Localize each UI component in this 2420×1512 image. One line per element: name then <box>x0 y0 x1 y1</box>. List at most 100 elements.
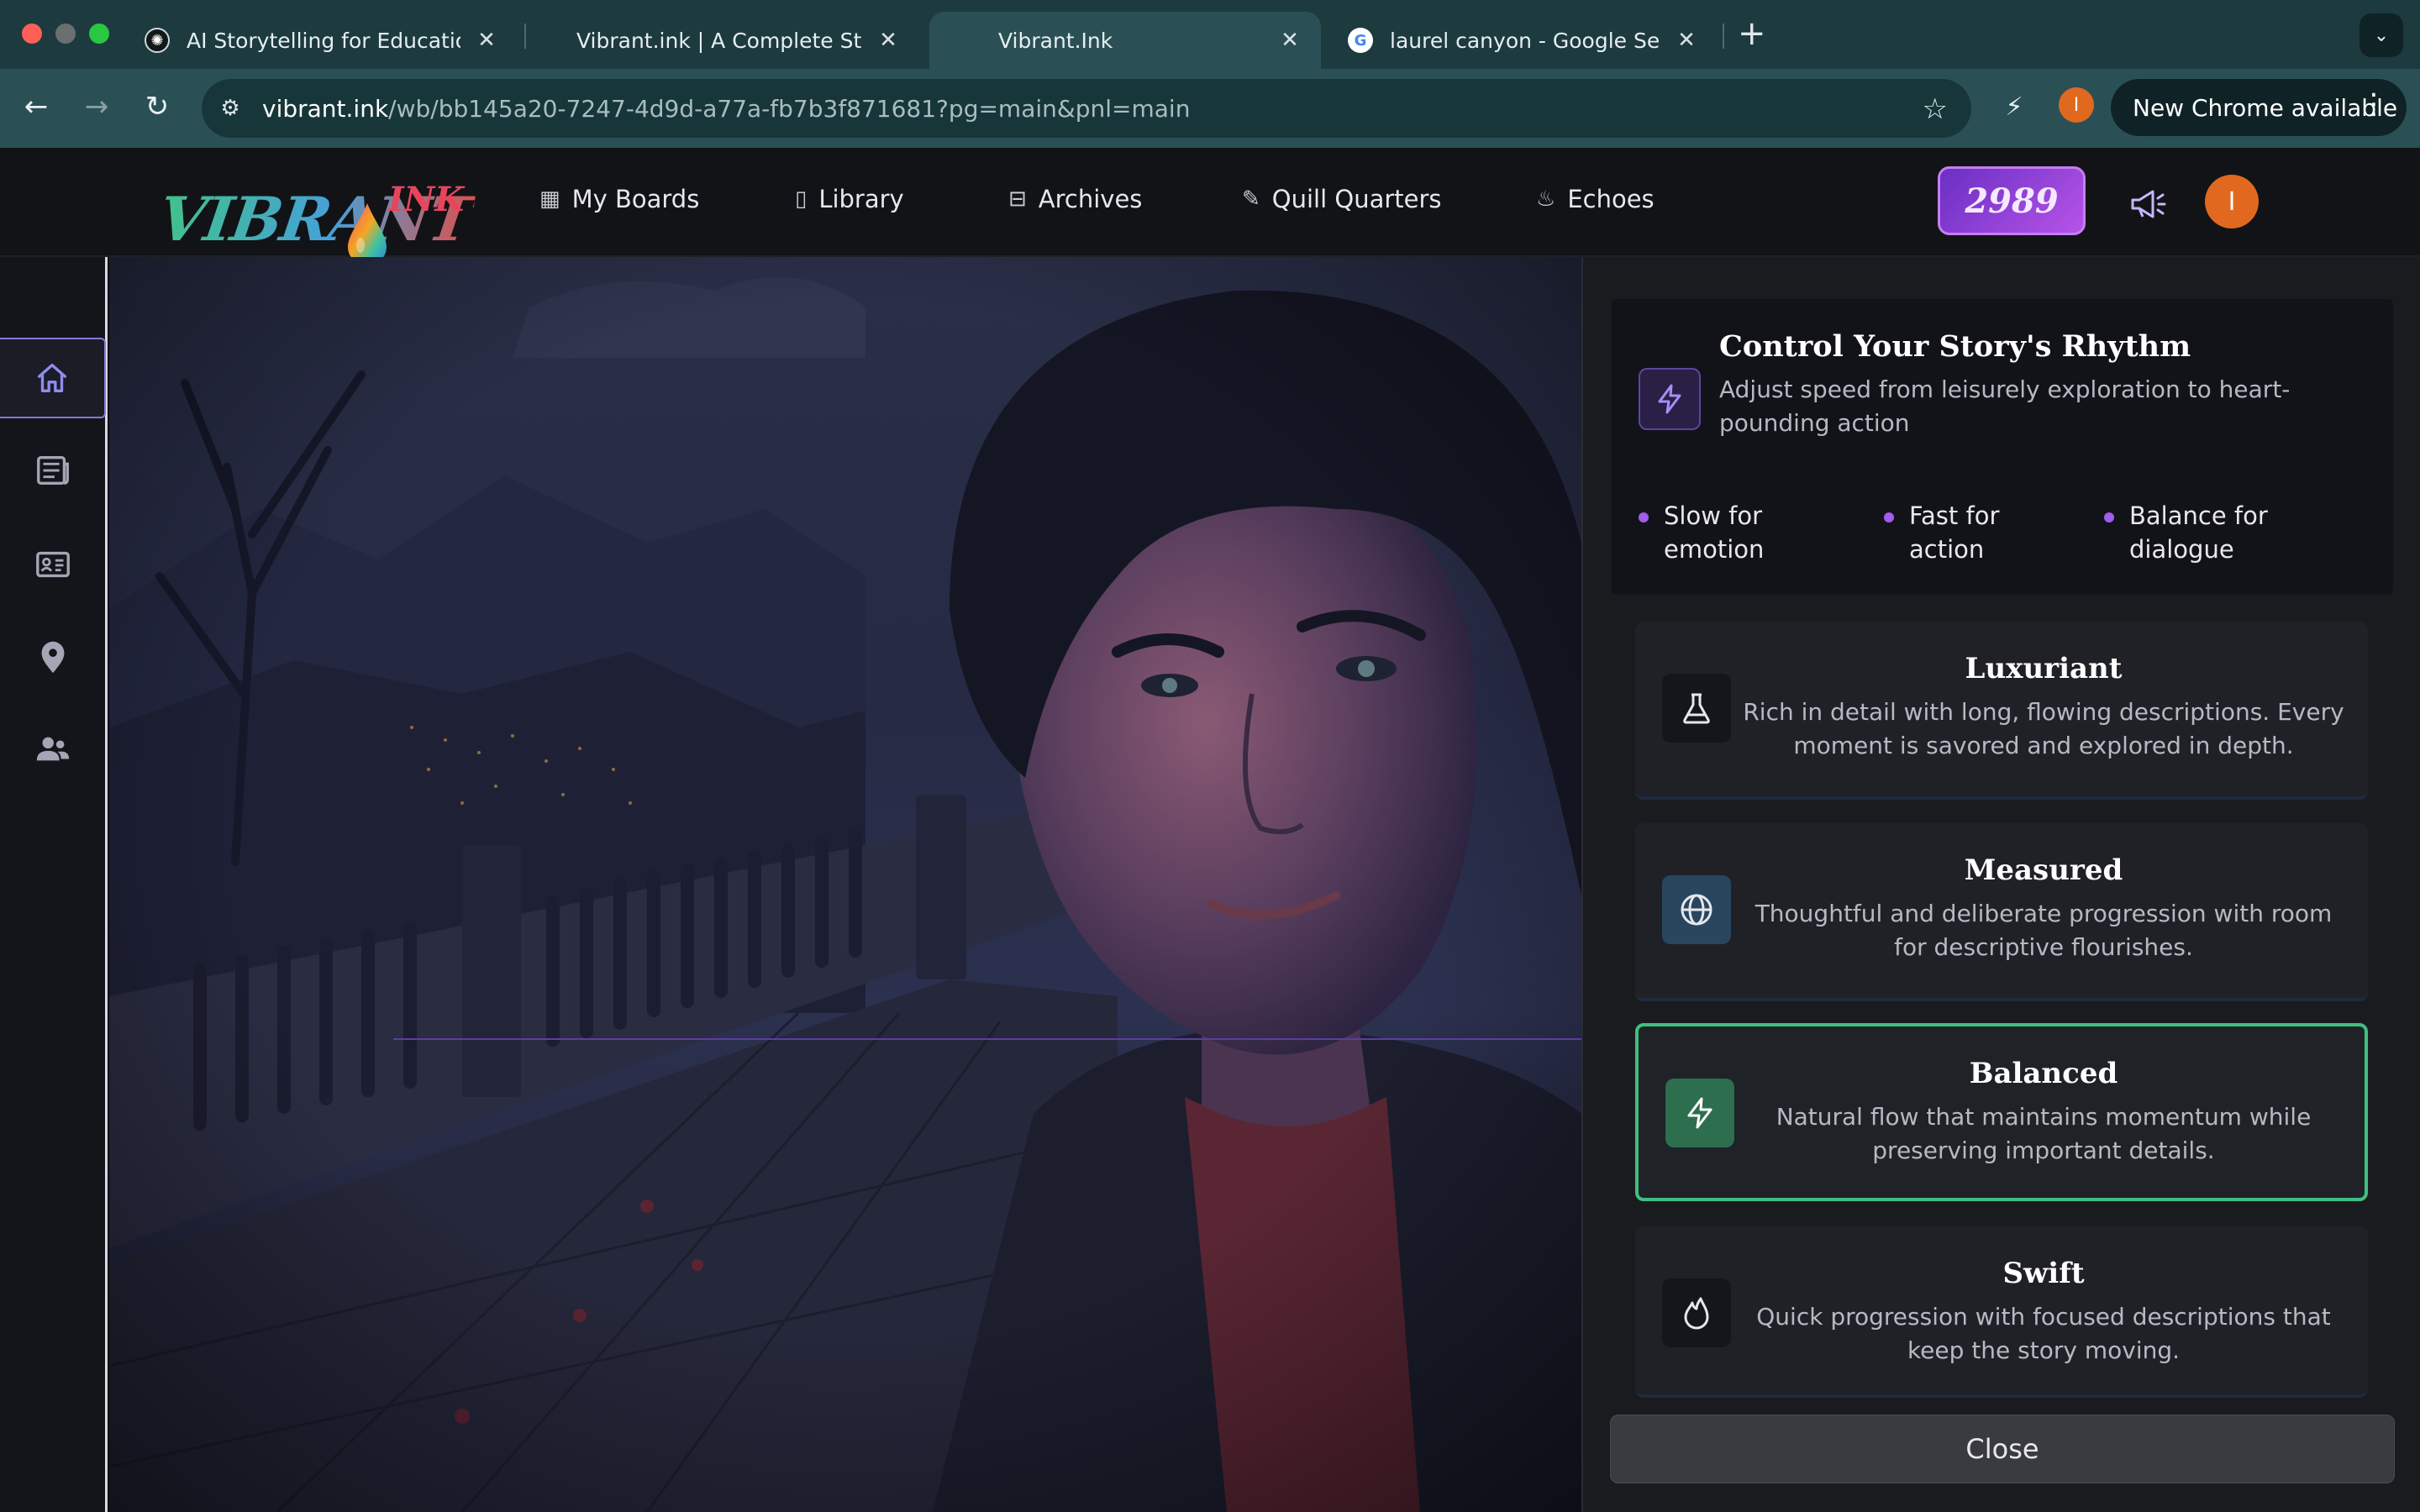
rail-item-characters[interactable] <box>0 524 106 605</box>
rail-item-home[interactable] <box>0 338 106 418</box>
close-icon[interactable]: ✕ <box>1674 28 1699 53</box>
scene-divider-line <box>393 1038 1581 1040</box>
ink-drop-icon <box>348 203 387 265</box>
pacing-option-swift[interactable]: Swift Quick progression with focused des… <box>1635 1226 2368 1398</box>
logo-suffix: INK <box>388 180 465 219</box>
nav-quill-quarters[interactable]: ✎ Quill Quarters <box>1242 185 1442 213</box>
chrome-update-button[interactable]: New Chrome available ⋮ <box>2111 79 2407 136</box>
users-icon <box>36 737 70 761</box>
flame-icon-svg <box>1684 1297 1709 1330</box>
megaphone-icon[interactable] <box>2124 180 2171 227</box>
browser-tab-bar: ✺ AI Storytelling for Education ✕ Vibran… <box>0 0 2420 69</box>
browser-toolbar: ← → ↻ ⚙ vibrant.ink/wb/bb145a20-7247-4d9… <box>0 69 2420 148</box>
rhythm-intro-card: Control Your Story's Rhythm Adjust speed… <box>1612 299 2393 595</box>
window-zoom-button[interactable] <box>89 24 109 44</box>
browser-tab-active[interactable]: Vibrant.Ink ✕ <box>929 12 1321 69</box>
nav-archives[interactable]: ⊟ Archives <box>1008 185 1142 213</box>
option-title: Luxuriant <box>1965 652 2123 685</box>
tab-search-button[interactable]: ⌄ <box>2360 13 2403 57</box>
tip-item: Fast for action <box>1884 499 2077 566</box>
close-icon[interactable]: ✕ <box>876 28 901 53</box>
option-description: Quick progression with focused descripti… <box>1756 1303 2331 1364</box>
nav-label: Quill Quarters <box>1271 185 1442 213</box>
browser-tab[interactable]: Vibrant.ink | A Complete Story ✕ <box>531 12 919 69</box>
more-menu-icon[interactable]: ⋮ <box>2360 87 2388 121</box>
pacing-option-luxuriant[interactable]: Luxuriant Rich in detail with long, flow… <box>1635 622 2368 800</box>
nav-label: Archives <box>1038 185 1143 213</box>
window-minimize-button[interactable] <box>55 24 76 44</box>
rail-item-people[interactable] <box>0 709 106 790</box>
browser-tab[interactable]: ✺ AI Storytelling for Education ✕ <box>126 12 518 69</box>
option-title: Swift <box>2002 1257 2085 1290</box>
close-icon[interactable]: ✕ <box>1277 28 1302 53</box>
tab-title: AI Storytelling for Education <box>187 28 460 53</box>
user-avatar[interactable]: I <box>2205 175 2259 228</box>
credits-badge[interactable]: 2989 <box>1938 166 2086 235</box>
new-tab-button[interactable]: + <box>1738 17 1766 50</box>
rail-item-stories[interactable] <box>0 430 106 511</box>
rail-item-locations[interactable] <box>0 617 106 697</box>
option-description: Rich in detail with long, flowing descri… <box>1743 698 2344 759</box>
newspaper-icon <box>37 455 69 486</box>
site-settings-icon[interactable]: ⚙ <box>213 96 247 121</box>
option-description: Thoughtful and deliberate progression wi… <box>1754 900 2333 961</box>
option-title: Measured <box>1964 853 2123 887</box>
address-bar[interactable]: ⚙ vibrant.ink/wb/bb145a20-7247-4d9d-a77a… <box>202 79 1971 138</box>
flame-icon <box>1662 1278 1731 1347</box>
arrow-left-icon: ← <box>24 90 49 123</box>
lightning-icon <box>1665 1079 1734 1147</box>
url-path: /wb/bb145a20-7247-4d9d-a77a-fb7b3f871681… <box>388 94 1191 123</box>
google-icon: G <box>1348 28 1373 53</box>
back-button[interactable]: ← <box>17 87 55 126</box>
pencil-icon: ✎ <box>1242 186 1260 212</box>
vibrant-icon <box>550 28 565 53</box>
extension-button[interactable]: ⚡ <box>1993 86 2035 128</box>
app-header: VIBRANT INK ▦ My Boards ▯ Library ⊟ Arch… <box>0 148 2420 265</box>
close-icon[interactable]: ✕ <box>474 28 499 53</box>
arrow-right-icon: → <box>84 90 109 123</box>
url-text[interactable]: vibrant.ink/wb/bb145a20-7247-4d9d-a77a-f… <box>262 95 1190 123</box>
openai-icon: ✺ <box>145 28 170 53</box>
tip-item: Slow for emotion <box>1639 499 1840 566</box>
tab-divider <box>524 24 526 49</box>
bullet-dot <box>1639 512 1649 522</box>
bookmark-star-icon[interactable]: ☆ <box>1923 92 1948 126</box>
archive-icon: ⊟ <box>1008 186 1027 212</box>
pacing-option-balanced[interactable]: Balanced Natural flow that maintains mom… <box>1635 1023 2368 1201</box>
nav-library[interactable]: ▯ Library <box>795 185 904 213</box>
bullet-dot <box>1884 512 1894 522</box>
map-pin-icon <box>41 641 65 674</box>
option-description: Natural flow that maintains momentum whi… <box>1776 1103 2312 1164</box>
nav-my-boards[interactable]: ▦ My Boards <box>539 185 699 213</box>
panel-title: Control Your Story's Rhythm <box>1719 329 2191 364</box>
close-button[interactable]: Close <box>1610 1415 2395 1483</box>
tip-text: Balance for dialogue <box>2129 501 2268 564</box>
browser-tab[interactable]: G laurel canyon - Google Search ✕ <box>1329 12 1718 69</box>
browser-profile-avatar[interactable]: I <box>2059 87 2094 123</box>
globe-icon <box>1662 875 1731 944</box>
tip-text: Slow for emotion <box>1664 501 1765 564</box>
id-card-icon <box>36 551 70 578</box>
reload-icon: ↻ <box>145 90 170 123</box>
update-label: New Chrome available <box>2133 93 2398 122</box>
nav-label: Library <box>818 185 904 213</box>
vibrant-ink-logo[interactable]: VIBRANT INK <box>155 165 476 265</box>
tab-title: Vibrant.Ink <box>998 28 1113 53</box>
option-title: Balanced <box>1969 1057 2118 1090</box>
globe-icon-svg <box>1681 894 1712 926</box>
lightning-icon-svg <box>1658 384 1681 414</box>
nav-echoes[interactable]: ♨ Echoes <box>1536 185 1655 213</box>
chevron-down-icon: ⌄ <box>2373 24 2390 46</box>
forward-button[interactable]: → <box>77 87 116 126</box>
grid-icon: ▦ <box>539 186 560 212</box>
flame-icon: ♨ <box>1536 186 1556 212</box>
tip-text: Fast for action <box>1909 501 2000 564</box>
reload-button[interactable]: ↻ <box>138 87 176 126</box>
lightning-icon <box>1639 368 1701 430</box>
home-icon <box>37 363 67 393</box>
window-close-button[interactable] <box>22 24 42 44</box>
flask-icon-svg <box>1683 693 1710 724</box>
pacing-option-measured[interactable]: Measured Thoughtful and deliberate progr… <box>1635 823 2368 1001</box>
tab-divider <box>1723 24 1724 49</box>
tab-title: Vibrant.ink | A Complete Story <box>576 28 862 53</box>
